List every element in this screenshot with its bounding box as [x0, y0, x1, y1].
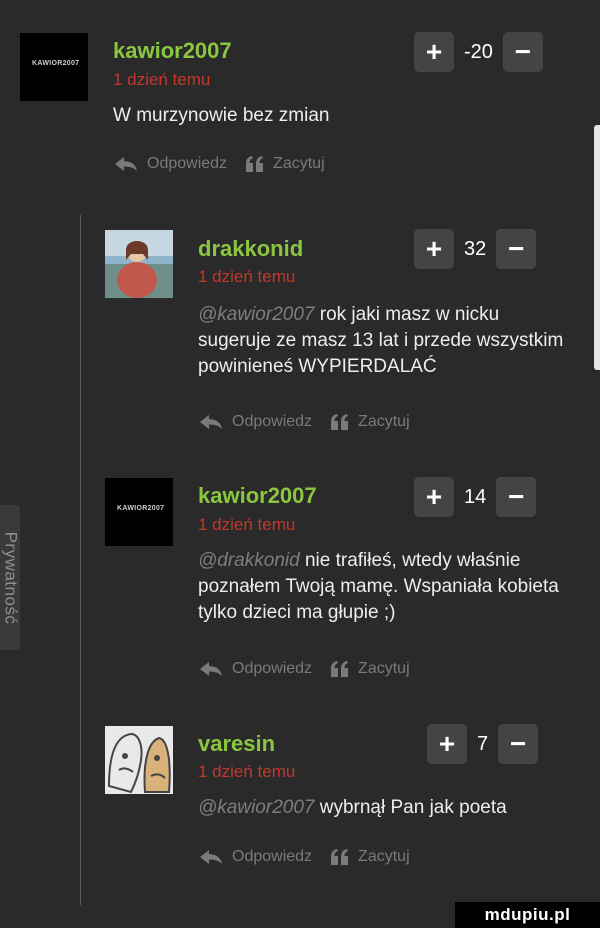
privacy-tab-label: Prywatność: [1, 531, 20, 624]
comment-actions: Odpowiedz Zacytuj: [113, 155, 325, 173]
reply-icon: [200, 662, 222, 676]
quote-button[interactable]: Zacytuj: [330, 413, 410, 431]
quote-button[interactable]: Zacytuj: [330, 848, 410, 866]
comment-mention[interactable]: @drakkonid: [198, 550, 300, 571]
comment-time: 1 dzień temu: [198, 267, 296, 286]
upvote-button[interactable]: +: [427, 724, 467, 764]
quote-icon: [246, 156, 264, 172]
comment-username[interactable]: varesin: [198, 731, 275, 757]
quote-label: Zacytuj: [358, 413, 410, 430]
vote-count: -20: [464, 40, 493, 63]
avatar-logo: KAWIOR2007: [117, 505, 165, 512]
comment-username[interactable]: kawior2007: [113, 38, 232, 64]
reply-button[interactable]: Odpowiedz: [113, 155, 227, 173]
quote-button[interactable]: Zacytuj: [245, 155, 325, 173]
downvote-button[interactable]: −: [498, 724, 539, 764]
comment-mention[interactable]: @kawior2007: [198, 304, 314, 325]
upvote-button[interactable]: +: [414, 229, 454, 269]
downvote-button[interactable]: −: [502, 32, 543, 72]
vote-box: + 14 −: [414, 477, 537, 517]
upvote-button[interactable]: +: [414, 32, 454, 72]
comment-username[interactable]: kawior2007: [198, 483, 317, 509]
quote-label: Zacytuj: [273, 155, 325, 172]
reply-button[interactable]: Odpowiedz: [198, 413, 312, 431]
reply-label: Odpowiedz: [232, 413, 313, 430]
quote-label: Zacytuj: [358, 660, 410, 677]
watermark: mdupiu.pl: [455, 902, 600, 928]
comment-mention[interactable]: @kawior2007: [198, 797, 314, 818]
vote-box: + -20 −: [414, 32, 543, 72]
comment-text: W murzynowie bez zmian: [113, 103, 413, 129]
avatar[interactable]: KAWIOR2007: [20, 33, 88, 101]
reply-label: Odpowiedz: [232, 848, 313, 865]
privacy-tab[interactable]: Prywatność: [0, 505, 20, 650]
comment-text: @kawior2007 wybrnął Pan jak poeta: [198, 795, 588, 821]
comment-actions: Odpowiedz Zacytuj: [198, 660, 410, 678]
reply-label: Odpowiedz: [147, 155, 228, 172]
vote-box: + 32 −: [414, 229, 537, 269]
vote-count: 32: [464, 237, 487, 260]
vote-count: 7: [477, 732, 489, 755]
avatar-image: [105, 726, 173, 794]
comment-text: @drakkonid nie trafiłeś, wtedy właśnie p…: [198, 548, 573, 626]
comment-actions: Odpowiedz Zacytuj: [198, 848, 410, 866]
avatar-image: [105, 230, 173, 298]
quote-icon: [331, 661, 349, 677]
comment-body: wybrnął Pan jak poeta: [319, 797, 507, 818]
comment-username[interactable]: drakkonid: [198, 236, 303, 262]
quote-icon: [331, 849, 349, 865]
reply-icon: [115, 157, 137, 171]
downvote-button[interactable]: −: [496, 229, 537, 269]
comment-text: @kawior2007 rok jaki masz w nicku sugeru…: [198, 302, 568, 380]
thread-line: [80, 215, 81, 905]
reply-button[interactable]: Odpowiedz: [198, 660, 312, 678]
avatar[interactable]: KAWIOR2007: [105, 478, 173, 546]
comment-time: 1 dzień temu: [113, 70, 211, 89]
downvote-button[interactable]: −: [496, 477, 537, 517]
quote-label: Zacytuj: [358, 848, 410, 865]
avatar[interactable]: [105, 726, 173, 794]
reply-label: Odpowiedz: [232, 660, 313, 677]
avatar-logo: KAWIOR2007: [32, 60, 80, 67]
quote-button[interactable]: Zacytuj: [330, 660, 410, 678]
reply-icon: [200, 415, 222, 429]
comment-time: 1 dzień temu: [198, 762, 296, 781]
upvote-button[interactable]: +: [414, 477, 454, 517]
vote-box: + 7 −: [427, 724, 539, 764]
comment-body: W murzynowie bez zmian: [113, 105, 330, 126]
comment-actions: Odpowiedz Zacytuj: [198, 413, 410, 431]
comment-time: 1 dzień temu: [198, 515, 296, 534]
quote-icon: [331, 414, 349, 430]
vote-count: 14: [464, 485, 487, 508]
reply-button[interactable]: Odpowiedz: [198, 848, 312, 866]
reply-icon: [200, 850, 222, 864]
avatar[interactable]: [105, 230, 173, 298]
scrollbar[interactable]: [594, 125, 600, 370]
